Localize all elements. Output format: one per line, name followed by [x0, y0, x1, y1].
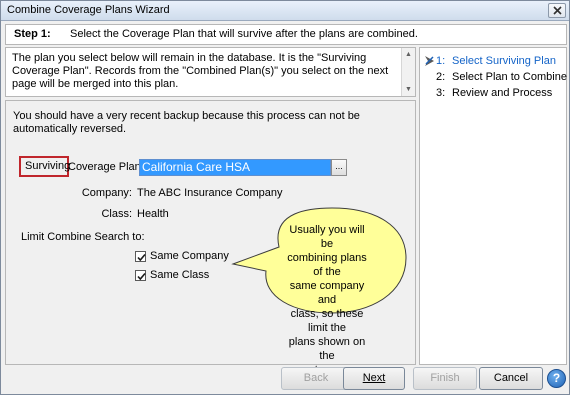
class-value: Health [137, 208, 169, 220]
tip-callout-text: Usually you will be combining plans of t… [287, 224, 367, 376]
step-number: 1: [436, 55, 446, 67]
close-button[interactable] [548, 3, 566, 18]
step-header: Step 1: Select the Coverage Plan that wi… [5, 24, 567, 45]
close-icon [552, 6, 562, 15]
company-value: The ABC Insurance Company [137, 187, 283, 199]
checkmark-icon [137, 253, 146, 261]
description-scrollbar[interactable]: ▲ ▼ [401, 48, 415, 96]
wizard-window: Combine Coverage Plans Wizard Step 1: Se… [0, 0, 570, 395]
same-class-checkbox-row[interactable]: Same Class [135, 269, 209, 281]
current-step-arrow-icon [424, 55, 436, 67]
button-bar: Back Next Finish Cancel ? [1, 367, 569, 394]
step-label: Step 1: [14, 28, 51, 40]
back-button[interactable]: Back [281, 367, 351, 390]
backup-warning-text: You should have a very recent backup bec… [13, 110, 360, 135]
step-item-select-plan-to-combine: 2: Select Plan to Combine [424, 69, 567, 85]
step-label: Select Surviving Plan [452, 55, 556, 67]
cancel-button[interactable]: Cancel [479, 367, 543, 390]
checkmark-icon [137, 272, 146, 280]
finish-button[interactable]: Finish [413, 367, 477, 390]
surviving-highlight-box: Surviving [19, 156, 70, 177]
steps-list: 1: Select Surviving Plan 2: Select Plan … [424, 53, 567, 101]
coverage-plan-label: Coverage Plan: [68, 161, 144, 173]
same-company-checkbox-row[interactable]: Same Company [135, 250, 229, 262]
step-label: Select Plan to Combine [452, 71, 567, 83]
description-box: The plan you select below will remain in… [5, 47, 416, 97]
steps-panel: 1: Select Surviving Plan 2: Select Plan … [419, 47, 567, 365]
browse-plan-button[interactable]: ... [331, 159, 347, 176]
step-description: Select the Coverage Plan that will survi… [70, 28, 418, 40]
step-number: 2: [436, 71, 446, 83]
same-class-label: Same Class [150, 269, 210, 281]
same-company-label: Same Company [150, 250, 229, 262]
class-label: Class: [101, 208, 132, 220]
step-item-select-surviving-plan: 1: Select Surviving Plan [424, 53, 567, 69]
step-number: 3: [436, 87, 446, 99]
coverage-plan-field[interactable]: California Care HSA [139, 159, 331, 176]
help-icon[interactable]: ? [547, 369, 566, 388]
scroll-down-arrow-icon[interactable]: ▼ [402, 83, 415, 96]
step-label: Review and Process [452, 87, 553, 99]
same-class-checkbox[interactable] [135, 269, 146, 281]
limit-search-label: Limit Combine Search to: [21, 231, 145, 243]
scroll-up-arrow-icon[interactable]: ▲ [402, 48, 415, 61]
same-company-checkbox[interactable] [135, 250, 146, 262]
window-title: Combine Coverage Plans Wizard [7, 4, 170, 16]
next-button[interactable]: Next [343, 367, 405, 390]
company-label: Company: [81, 187, 132, 199]
description-text: The plan you select below will remain in… [12, 52, 389, 90]
step-item-review-and-process: 3: Review and Process [424, 85, 567, 101]
title-bar: Combine Coverage Plans Wizard [1, 1, 569, 21]
